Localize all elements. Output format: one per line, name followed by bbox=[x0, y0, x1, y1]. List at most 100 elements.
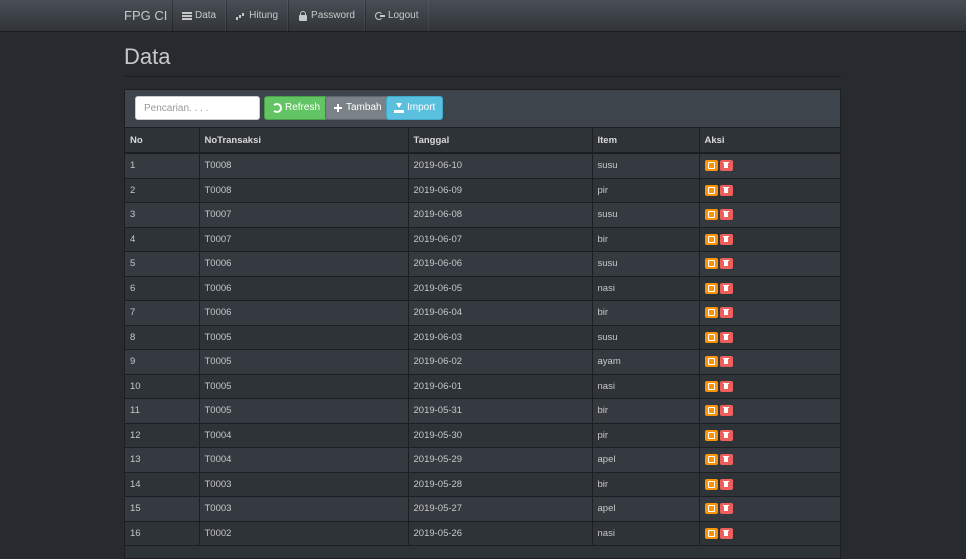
nav-item-logout[interactable]: Logout bbox=[364, 0, 429, 32]
refresh-button[interactable]: Refresh bbox=[264, 96, 329, 120]
cell-aksi bbox=[699, 178, 840, 203]
toolbar: Refresh Tambah Import bbox=[125, 90, 840, 128]
cell-tanggal: 2019-05-26 bbox=[408, 521, 593, 546]
cell-item: bir bbox=[592, 472, 700, 497]
edit-icon[interactable] bbox=[704, 478, 718, 490]
nav-item-label: Logout bbox=[387, 10, 419, 21]
navbar: FPG CI Data Hitung Password Logout bbox=[0, 0, 966, 32]
edit-icon[interactable] bbox=[704, 454, 718, 466]
cell-item: nasi bbox=[592, 374, 700, 399]
table-row: 2 T0008 2019-06-09 pir bbox=[125, 178, 840, 203]
trash-icon[interactable] bbox=[719, 356, 733, 368]
cell-notransaksi: T0004 bbox=[199, 423, 409, 448]
plus-icon bbox=[333, 103, 343, 113]
cell-aksi bbox=[699, 374, 840, 399]
table-row: 6 T0006 2019-06-05 nasi bbox=[125, 276, 840, 301]
cell-notransaksi: T0002 bbox=[199, 521, 409, 546]
cell-notransaksi: T0004 bbox=[199, 447, 409, 473]
edit-icon[interactable] bbox=[704, 160, 718, 172]
page-title: Data bbox=[124, 44, 171, 69]
table-body: 1 T0008 2019-06-10 susu 2 T0008 2019-06-09 pir 3… bbox=[125, 153, 840, 546]
add-button[interactable]: Tambah bbox=[325, 96, 390, 120]
trash-icon[interactable] bbox=[719, 478, 733, 490]
cell-no: 11 bbox=[125, 398, 200, 424]
table-header-row: No NoTransaksi Tanggal Item Aksi bbox=[125, 128, 840, 154]
trash-icon[interactable] bbox=[719, 331, 733, 343]
table-row: 14 T0003 2019-05-28 bir bbox=[125, 472, 840, 497]
cell-item: bir bbox=[592, 227, 700, 252]
signal-icon bbox=[236, 11, 246, 21]
edit-icon[interactable] bbox=[704, 184, 718, 196]
logout-icon bbox=[374, 11, 385, 21]
trash-icon[interactable] bbox=[719, 454, 733, 466]
table-row: 13 T0004 2019-05-29 apel bbox=[125, 447, 840, 473]
cell-tanggal: 2019-06-07 bbox=[408, 227, 593, 252]
trash-icon[interactable] bbox=[719, 429, 733, 441]
import-button[interactable]: Import bbox=[386, 96, 444, 120]
edit-icon[interactable] bbox=[704, 307, 718, 319]
cell-tanggal: 2019-06-04 bbox=[408, 300, 593, 326]
cell-no: 14 bbox=[125, 472, 200, 497]
edit-icon[interactable] bbox=[704, 258, 718, 270]
edit-icon[interactable] bbox=[704, 233, 718, 245]
cell-aksi bbox=[699, 276, 840, 301]
cell-no: 9 bbox=[125, 349, 200, 375]
table-row: 8 T0005 2019-06-03 susu bbox=[125, 325, 840, 350]
cell-no: 1 bbox=[125, 153, 200, 179]
cell-no: 8 bbox=[125, 325, 200, 350]
edit-icon[interactable] bbox=[704, 429, 718, 441]
refresh-icon bbox=[272, 103, 282, 113]
trash-icon[interactable] bbox=[719, 527, 733, 539]
trash-icon[interactable] bbox=[719, 405, 733, 417]
cell-notransaksi: T0007 bbox=[199, 227, 409, 252]
nav-item-password[interactable]: Password bbox=[288, 0, 365, 32]
add-label: Tambah bbox=[346, 102, 382, 113]
trash-icon[interactable] bbox=[719, 503, 733, 515]
table-row: 15 T0003 2019-05-27 apel bbox=[125, 496, 840, 522]
cell-tanggal: 2019-06-05 bbox=[408, 276, 593, 301]
edit-icon[interactable] bbox=[704, 527, 718, 539]
nav-item-data[interactable]: Data bbox=[172, 0, 227, 32]
trash-icon[interactable] bbox=[719, 184, 733, 196]
edit-icon[interactable] bbox=[704, 356, 718, 368]
table-row: 3 T0007 2019-06-08 susu bbox=[125, 202, 840, 228]
cell-no: 12 bbox=[125, 423, 200, 448]
header-no[interactable]: No bbox=[125, 128, 200, 154]
edit-icon[interactable] bbox=[704, 380, 718, 392]
trash-icon[interactable] bbox=[719, 258, 733, 270]
cell-aksi bbox=[699, 251, 840, 277]
cell-item: ayam bbox=[592, 349, 700, 375]
trash-icon[interactable] bbox=[719, 307, 733, 319]
header-aksi: Aksi bbox=[699, 128, 840, 154]
edit-icon[interactable] bbox=[704, 282, 718, 294]
trash-icon[interactable] bbox=[719, 209, 733, 221]
cell-aksi bbox=[699, 423, 840, 448]
table-row: 7 T0006 2019-06-04 bir bbox=[125, 300, 840, 326]
cell-notransaksi: T0006 bbox=[199, 300, 409, 326]
title-divider bbox=[124, 76, 841, 77]
trash-icon[interactable] bbox=[719, 233, 733, 245]
trash-icon[interactable] bbox=[719, 380, 733, 392]
header-item[interactable]: Item bbox=[592, 128, 700, 154]
cell-notransaksi: T0003 bbox=[199, 496, 409, 522]
search-input[interactable] bbox=[135, 96, 260, 120]
cell-tanggal: 2019-05-30 bbox=[408, 423, 593, 448]
cell-item: pir bbox=[592, 178, 700, 203]
cell-no: 2 bbox=[125, 178, 200, 203]
trash-icon[interactable] bbox=[719, 282, 733, 294]
edit-icon[interactable] bbox=[704, 209, 718, 221]
table-row: 12 T0004 2019-05-30 pir bbox=[125, 423, 840, 448]
table-row: 1 T0008 2019-06-10 susu bbox=[125, 153, 840, 179]
edit-icon[interactable] bbox=[704, 503, 718, 515]
header-tanggal[interactable]: Tanggal bbox=[408, 128, 593, 154]
header-notransaksi[interactable]: NoTransaksi bbox=[199, 128, 409, 154]
trash-icon[interactable] bbox=[719, 160, 733, 172]
nav-item-hitung[interactable]: Hitung bbox=[226, 0, 289, 32]
edit-icon[interactable] bbox=[704, 405, 718, 417]
cell-item: susu bbox=[592, 153, 700, 179]
cell-notransaksi: T0006 bbox=[199, 276, 409, 301]
navbar-brand[interactable]: FPG CI bbox=[124, 0, 167, 32]
edit-icon[interactable] bbox=[704, 331, 718, 343]
cell-aksi bbox=[699, 227, 840, 252]
cell-tanggal: 2019-06-01 bbox=[408, 374, 593, 399]
